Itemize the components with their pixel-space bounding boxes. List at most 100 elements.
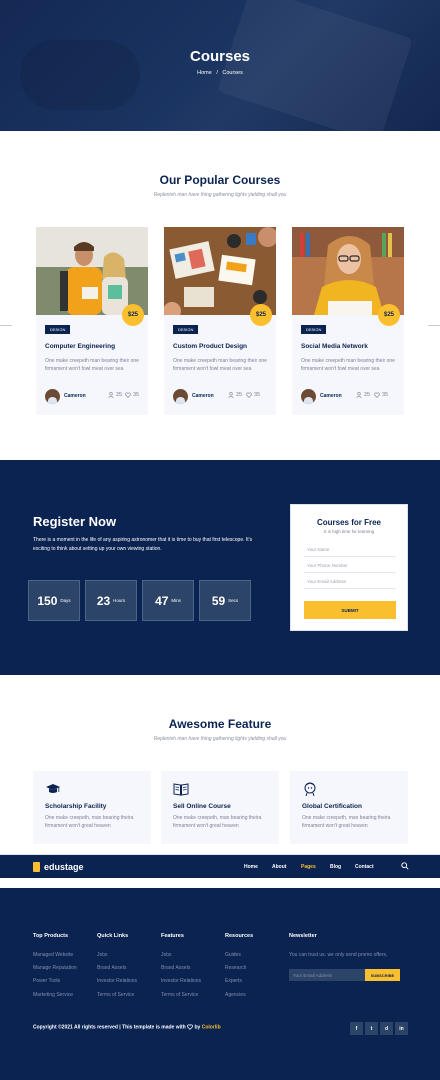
register-description: There is a moment in the life of any asp… xyxy=(33,537,253,552)
search-icon[interactable] xyxy=(401,862,409,870)
footer-link[interactable]: Jobs xyxy=(161,952,172,958)
countdown-secs: 59 Secs xyxy=(199,580,251,621)
graduation-cap-icon xyxy=(46,784,60,793)
likes-count[interactable]: 35 xyxy=(374,392,388,398)
newsletter-text: You can trust us. we only send promo off… xyxy=(289,952,388,958)
course-category-tag[interactable]: DESIGN xyxy=(301,325,327,334)
author-avatar xyxy=(173,389,188,404)
breadcrumb-home-link[interactable]: Home xyxy=(197,70,212,76)
footer-link[interactable]: Guides xyxy=(225,952,241,958)
feature-title: Scholarship Facility xyxy=(45,803,107,810)
email-field[interactable] xyxy=(304,575,396,589)
nav-pages[interactable]: Pages xyxy=(301,864,316,870)
footer-column-title: Top Products xyxy=(33,933,69,939)
course-image xyxy=(164,227,276,315)
open-book-icon xyxy=(173,783,189,796)
course-author[interactable]: Cameron xyxy=(64,393,86,399)
footer-link[interactable]: Research xyxy=(225,965,246,971)
footer-link[interactable]: Investor Relations xyxy=(161,978,201,984)
students-count: 25 xyxy=(108,392,122,398)
footer-link[interactable]: Brand Assets xyxy=(161,965,190,971)
carousel-prev-arrow[interactable] xyxy=(0,325,12,326)
certificate-icon xyxy=(304,782,316,797)
nav-about[interactable]: About xyxy=(272,864,286,870)
form-title: Courses for Free xyxy=(316,518,382,527)
course-card[interactable]: $25 DESIGN Computer Engineering One make… xyxy=(36,227,148,415)
logo-icon xyxy=(33,862,40,872)
feature-card: Scholarship Facility One make creepeth, … xyxy=(33,771,151,844)
footer-link[interactable]: Experts xyxy=(225,978,242,984)
feature-title: Sell Online Course xyxy=(173,803,231,810)
course-author[interactable]: Cameron xyxy=(192,393,214,399)
feature-description: One make creepeth, man bearing theira fi… xyxy=(45,815,134,829)
popular-courses-title: Our Popular Courses xyxy=(159,173,281,187)
course-image xyxy=(292,227,404,315)
colorlib-link[interactable]: Colorlib xyxy=(202,1024,221,1030)
breadcrumb: Home / Courses xyxy=(197,70,243,76)
footer-link[interactable]: Power Tools xyxy=(33,978,60,984)
feature-description: One make creepeth, man bearing theira fi… xyxy=(173,815,262,829)
register-title: Register Now xyxy=(33,514,117,529)
course-title[interactable]: Social Media Network xyxy=(301,343,368,350)
footer-column-title: Features xyxy=(161,933,184,939)
name-field[interactable] xyxy=(304,543,396,557)
feature-card: Sell Online Course One make creepeth, ma… xyxy=(161,771,279,844)
footer-column-title: Resources xyxy=(225,933,254,939)
page-hero: Courses Home / Courses xyxy=(0,0,440,131)
likes-count[interactable]: 35 xyxy=(246,392,260,398)
course-title[interactable]: Custom Product Design xyxy=(173,343,247,350)
heart-icon xyxy=(246,392,252,398)
course-card[interactable]: $25 DESIGN Custom Product Design One mak… xyxy=(164,227,276,415)
course-category-tag[interactable]: DESIGN xyxy=(173,325,199,334)
footer-link[interactable]: Terms of Service xyxy=(161,992,198,998)
form-subtitle: It is high time for learning xyxy=(323,529,375,534)
course-author[interactable]: Cameron xyxy=(320,393,342,399)
footer-link[interactable]: Brand Assets xyxy=(97,965,126,971)
carousel-next-arrow[interactable] xyxy=(428,325,440,326)
features-title: Awesome Feature xyxy=(168,717,272,731)
nav-contact[interactable]: Contact xyxy=(355,864,374,870)
site-logo[interactable]: edustage xyxy=(33,862,84,872)
course-category-tag[interactable]: DESIGN xyxy=(45,325,71,334)
likes-count[interactable]: 35 xyxy=(125,392,139,398)
footer-link[interactable]: Investor Relations xyxy=(97,978,137,984)
heart-icon xyxy=(374,392,380,398)
countdown-hours: 23 Hours xyxy=(85,580,137,621)
course-card[interactable]: $25 DESIGN Social Media Network One make… xyxy=(292,227,404,415)
features-subtitle: Replenish man have thing gathering light… xyxy=(153,736,287,742)
newsletter-email-input[interactable] xyxy=(289,969,365,981)
twitter-icon[interactable]: t xyxy=(365,1022,378,1035)
subscribe-button[interactable]: SUBSCRIBE xyxy=(365,969,400,981)
popular-courses-subtitle: Replenish man have thing gathering light… xyxy=(153,192,287,198)
copyright: Copyright ©2021 All rights reserved | Th… xyxy=(33,1024,221,1031)
feature-card: Global Certification One make creepeth, … xyxy=(290,771,408,844)
course-price: $25 xyxy=(378,304,400,326)
course-title[interactable]: Computer Engineering xyxy=(45,343,115,350)
footer-column-title: Quick Links xyxy=(97,933,129,939)
phone-field[interactable] xyxy=(304,559,396,573)
user-icon xyxy=(108,392,114,398)
submit-button[interactable]: SUBMIT xyxy=(304,601,396,619)
students-count: 25 xyxy=(356,392,370,398)
course-price: $25 xyxy=(122,304,144,326)
footer-link[interactable]: Managed Website xyxy=(33,952,73,958)
nav-blog[interactable]: Blog xyxy=(330,864,341,870)
footer-link[interactable]: Terms of Service xyxy=(97,992,134,998)
footer-link[interactable]: Manage Reputation xyxy=(33,965,77,971)
footer-link[interactable]: Jobs xyxy=(97,952,108,958)
author-avatar xyxy=(45,389,60,404)
countdown-mins: 47 Mins xyxy=(142,580,194,621)
linkedin-icon[interactable]: in xyxy=(395,1022,408,1035)
dribbble-icon[interactable]: d xyxy=(380,1022,393,1035)
footer-link[interactable]: Agencies xyxy=(225,992,246,998)
heart-icon xyxy=(187,1024,193,1030)
free-course-form: Courses for Free It is high time for lea… xyxy=(290,504,408,631)
facebook-icon[interactable]: f xyxy=(350,1022,363,1035)
breadcrumb-current: Courses xyxy=(222,70,243,76)
countdown-days: 150 Days xyxy=(28,580,80,621)
nav-home[interactable]: Home xyxy=(244,864,258,870)
register-section: Register Now There is a moment in the li… xyxy=(0,460,440,675)
footer-link[interactable]: Marketing Service xyxy=(33,992,73,998)
heart-icon xyxy=(125,392,131,398)
course-image xyxy=(36,227,148,315)
